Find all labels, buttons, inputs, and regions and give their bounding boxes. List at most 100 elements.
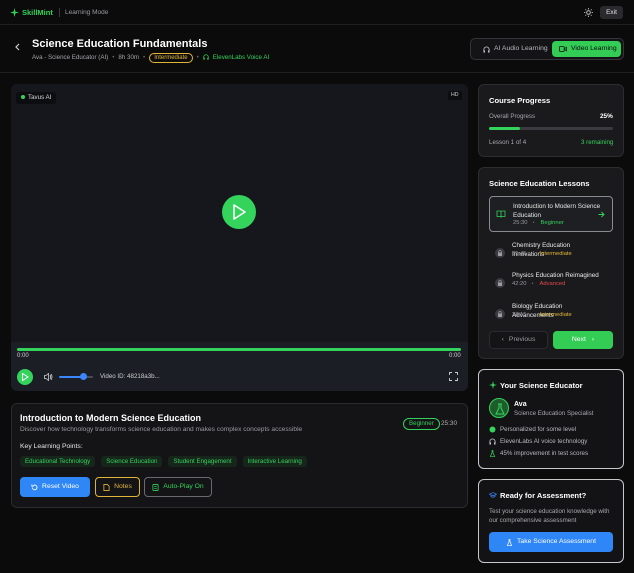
video-progress-bar[interactable]	[17, 348, 461, 351]
lesson-item-duration: 25:30	[513, 220, 528, 226]
previous-button[interactable]: ‹ Previous	[489, 331, 548, 349]
notes-icon	[103, 483, 110, 491]
lesson-item-meta: 42:20 • Advanced	[512, 281, 566, 287]
educator-name: Ava	[514, 401, 527, 408]
volume-knob[interactable]	[80, 373, 87, 380]
play-button[interactable]	[17, 369, 33, 385]
reset-icon	[31, 483, 38, 490]
feature-item: Personalized for some level	[489, 426, 576, 433]
key-points-tags: Educational Technology Science Education…	[20, 456, 311, 467]
flask-icon	[506, 538, 513, 546]
play-overlay-button[interactable]	[222, 195, 256, 229]
tag: Student Engagement	[168, 456, 237, 467]
quality-badge: HD	[448, 91, 462, 100]
mode-label: Learning Mode	[65, 9, 109, 16]
feature-item: 45% improvement in test scores	[489, 450, 588, 457]
lesson-item-meta: 25:30 • Beginner	[513, 220, 564, 226]
autoplay-button[interactable]: Auto-Play On	[144, 477, 212, 497]
instructor-label: Ava - Science Educator (AI)	[32, 54, 109, 61]
lesson-description: Discover how technology transforms scien…	[20, 426, 303, 433]
audio-learning-tab[interactable]: AI Audio Learning	[474, 41, 548, 57]
video-tab-label: Video Learning	[571, 45, 617, 52]
progress-title: Course Progress	[489, 96, 551, 105]
voice-label: ElevenLabs Voice AI	[203, 54, 269, 61]
educator-title: Your Science Educator	[500, 381, 583, 390]
reset-video-button[interactable]: Reset Video	[20, 477, 90, 497]
overall-progress-label: Overall Progress	[489, 113, 536, 120]
feature-text: ElevenLabs AI voice technology	[500, 438, 588, 446]
lesson-item[interactable]: Biology Education Advancements 38:15 • Int…	[489, 297, 613, 333]
sun-icon[interactable]	[584, 8, 593, 17]
lesson-item-meta: 38:15 • Intermediate	[512, 312, 572, 318]
lesson-item-level: Intermediate	[539, 251, 572, 257]
video-id: Video ID: 48218a3b...	[100, 373, 160, 380]
level-badge: Intermediate	[149, 53, 193, 63]
next-label: Next	[571, 336, 586, 343]
lesson-item-level: Advanced	[539, 281, 566, 287]
arrow-right-icon	[598, 211, 605, 218]
total-time: 0:00	[449, 353, 461, 359]
graduation-cap-icon	[489, 491, 497, 499]
next-button[interactable]: Next ›	[553, 331, 613, 349]
lesson-item-duration: 42:20	[512, 281, 527, 287]
lesson-item-duration: 38:15	[512, 312, 527, 318]
volume-icon[interactable]	[44, 373, 53, 381]
autoplay-label: Auto-Play On	[163, 483, 204, 490]
lesson-item-title: Introduction to Modern Science Education	[513, 203, 601, 219]
sparkle-icon	[489, 381, 497, 389]
educator-role: Science Education Specialist	[514, 410, 594, 417]
progress-fill	[489, 127, 520, 130]
audio-tab-label: AI Audio Learning	[494, 45, 548, 52]
lock-icon	[495, 309, 505, 319]
lessons-title: Science Education Lessons	[489, 179, 590, 188]
lesson-item-meta: 35:45 • Intermediate	[512, 251, 572, 257]
lesson-level-badge: Beginner	[403, 418, 440, 430]
back-chevron-icon[interactable]	[14, 43, 22, 51]
lesson-item-duration: 35:45	[512, 251, 527, 257]
dot-icon	[489, 426, 496, 433]
book-icon	[496, 209, 506, 219]
header-divider	[59, 8, 60, 17]
headphones-icon	[483, 46, 490, 53]
headphones-icon	[489, 438, 496, 445]
provider-text: Tavus AI	[28, 94, 52, 101]
flask-icon	[489, 450, 496, 457]
remaining-count: 3 remaining	[581, 139, 614, 146]
exit-button[interactable]: Exit	[600, 6, 623, 19]
progress-percent: 25%	[600, 113, 613, 120]
lesson-item[interactable]: Introduction to Modern Science Education…	[489, 196, 613, 232]
voice-text: ElevenLabs Voice AI	[212, 54, 270, 61]
lesson-count: Lesson 1 of 4	[489, 139, 527, 146]
course-progress-panel	[478, 84, 624, 157]
educator-avatar	[489, 398, 509, 418]
live-dot-icon	[21, 95, 25, 100]
course-title: Science Education Fundamentals	[32, 38, 208, 50]
feature-text: Personalized for some level	[500, 426, 577, 434]
feature-item: ElevenLabs AI voice technology	[489, 438, 587, 445]
duration-label: 8h 30m	[118, 54, 140, 61]
notes-button[interactable]: Notes	[95, 477, 140, 497]
fullscreen-icon[interactable]	[449, 372, 458, 381]
assessment-title: Ready for Assessment?	[500, 491, 587, 500]
provider-badge: Tavus AI	[16, 92, 57, 104]
lesson-duration: 25:30	[441, 420, 457, 427]
previous-label: Previous	[508, 336, 536, 343]
reset-label: Reset Video	[42, 483, 79, 490]
tag: Educational Technology	[20, 456, 96, 467]
take-assessment-button[interactable]: Take Science Assessment	[489, 532, 613, 552]
app-name[interactable]: SkillMint	[22, 8, 53, 17]
lesson-title: Introduction to Modern Science Education	[20, 413, 202, 423]
video-learning-tab[interactable]: Video Learning	[552, 41, 621, 57]
chevron-left-icon: ‹	[501, 336, 504, 343]
sparkle-logo-icon	[10, 8, 19, 17]
lesson-item-title: Physics Education Reimagined	[512, 272, 599, 279]
chevron-right-icon: ›	[591, 336, 595, 343]
tag: Science Education	[101, 456, 163, 467]
feature-text: 45% improvement in test scores	[500, 450, 589, 458]
lock-icon	[495, 278, 505, 288]
lesson-item-level: Intermediate	[539, 312, 572, 318]
assessment-button-label: Take Science Assessment	[517, 538, 596, 545]
flask-icon	[495, 403, 505, 415]
header-border	[0, 72, 634, 73]
key-points-label: Key Learning Points:	[20, 443, 83, 450]
